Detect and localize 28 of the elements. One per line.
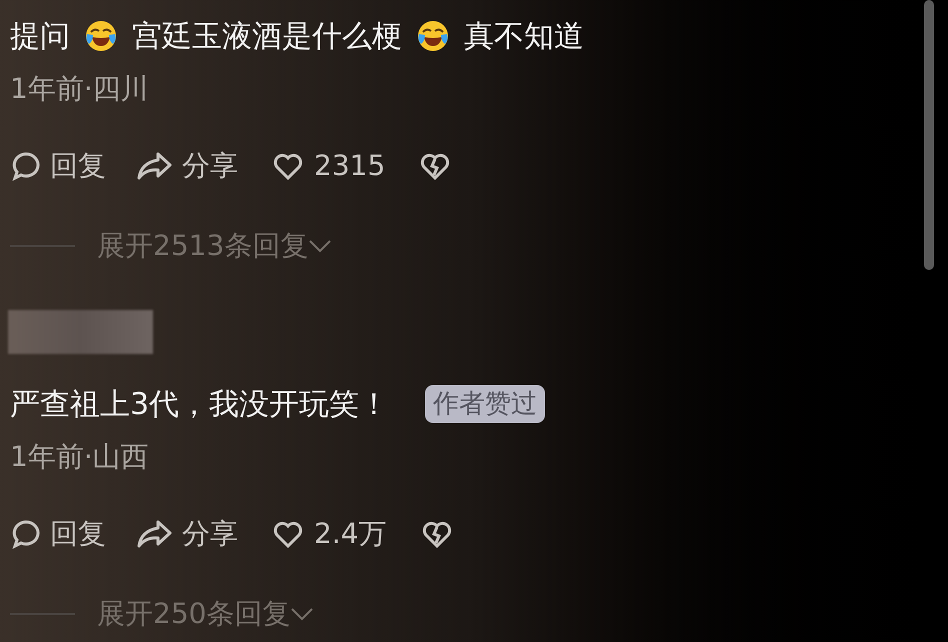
comment-text: 提问	[10, 18, 70, 56]
author-liked-badge: 作者赞过	[425, 385, 546, 423]
comment-text: 真不知道	[464, 18, 584, 56]
share-arrow-icon	[136, 150, 174, 182]
comment-meta: 1年前·四川	[10, 71, 150, 107]
like-button[interactable]: 2.4万	[272, 513, 387, 555]
speech-bubble-icon	[10, 150, 42, 182]
comment-text: 宫廷玉液酒是什么梗	[132, 18, 402, 56]
speech-bubble-icon	[10, 518, 42, 550]
share-arrow-icon	[136, 518, 174, 550]
comment-text: 严查祖上3代，我没开玩笑！	[10, 386, 390, 424]
heart-icon	[272, 151, 304, 181]
like-button[interactable]: 2315	[272, 145, 386, 187]
comment-meta: 1年前·山西	[10, 439, 150, 475]
chevron-down-icon	[308, 239, 332, 253]
broken-heart-icon	[419, 151, 452, 181]
chevron-down-icon	[290, 607, 314, 621]
share-button[interactable]: 分享	[136, 513, 238, 555]
laughing-emoji-icon	[84, 19, 118, 53]
dislike-button[interactable]	[420, 519, 453, 549]
heart-icon	[272, 519, 304, 549]
reply-button[interactable]: 回复	[10, 513, 106, 555]
broken-heart-icon	[420, 519, 453, 549]
scrollbar[interactable]	[924, 0, 934, 270]
laughing-emoji-icon	[416, 19, 450, 53]
dislike-button[interactable]	[419, 151, 452, 181]
share-button[interactable]: 分享	[136, 145, 238, 187]
reply-button[interactable]: 回复	[10, 145, 106, 187]
